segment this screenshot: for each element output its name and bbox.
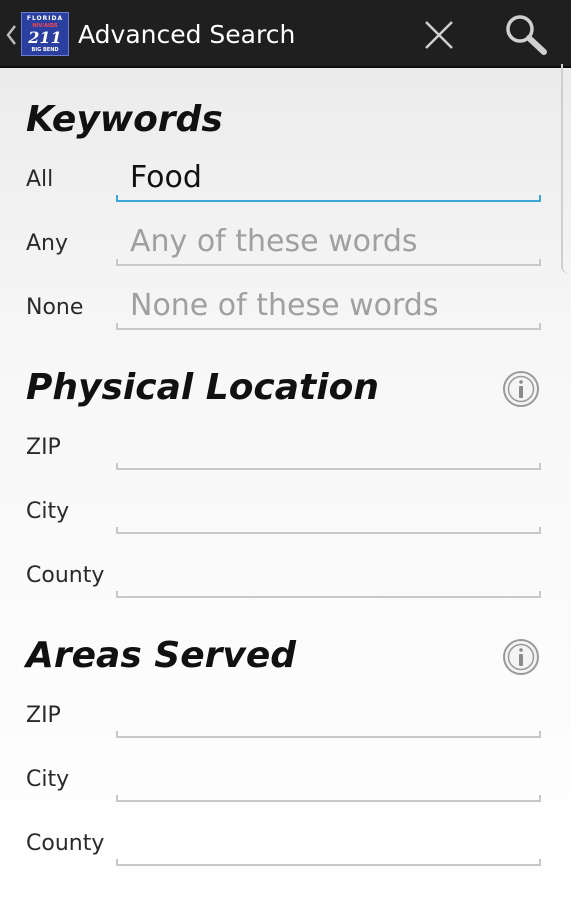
all-words-value: Food xyxy=(130,160,202,195)
field-label-served-zip: ZIP xyxy=(26,703,61,728)
physical-location-title: Physical Location xyxy=(26,367,379,408)
field-label-physical-zip: ZIP xyxy=(26,435,61,460)
page-title: Advanced Search xyxy=(78,20,296,49)
areas-served-title: Areas Served xyxy=(26,635,297,676)
all-words-input[interactable]: Food xyxy=(116,160,541,202)
field-label-none: None xyxy=(26,295,84,320)
served-zip-input[interactable] xyxy=(116,698,541,738)
logo-number: 211 xyxy=(28,28,62,47)
app-logo[interactable]: FLORIDA HIV/AIDS 211 BIG BEND xyxy=(21,12,69,56)
field-label-served-city: City xyxy=(26,767,70,792)
any-words-placeholder: Any of these words xyxy=(130,224,418,259)
logo-text-top: FLORIDA xyxy=(26,15,64,22)
field-label-any: Any xyxy=(26,231,69,256)
search-icon[interactable] xyxy=(500,10,552,58)
served-county-input[interactable] xyxy=(116,826,541,866)
keywords-title: Keywords xyxy=(26,99,223,140)
field-label-physical-city: City xyxy=(26,499,70,524)
back-caret-icon[interactable] xyxy=(4,20,18,50)
field-label-all: All xyxy=(26,167,54,192)
action-bar: FLORIDA HIV/AIDS 211 BIG BEND Advanced S… xyxy=(0,0,571,68)
field-label-physical-county: County xyxy=(26,563,105,588)
none-words-placeholder: None of these words xyxy=(130,288,439,323)
physical-county-input[interactable] xyxy=(116,558,541,598)
field-label-served-county: County xyxy=(26,831,105,856)
none-words-input[interactable]: None of these words xyxy=(116,288,541,330)
any-words-input[interactable]: Any of these words xyxy=(116,224,541,266)
physical-zip-input[interactable] xyxy=(116,430,541,470)
physical-city-input[interactable] xyxy=(116,494,541,534)
close-icon[interactable] xyxy=(418,14,460,56)
areas-served-info-icon[interactable] xyxy=(502,638,540,676)
served-city-input[interactable] xyxy=(116,762,541,802)
scroll-edge xyxy=(561,64,571,274)
physical-location-info-icon[interactable] xyxy=(502,370,540,408)
logo-text-bottom: BIG BEND xyxy=(31,47,59,53)
